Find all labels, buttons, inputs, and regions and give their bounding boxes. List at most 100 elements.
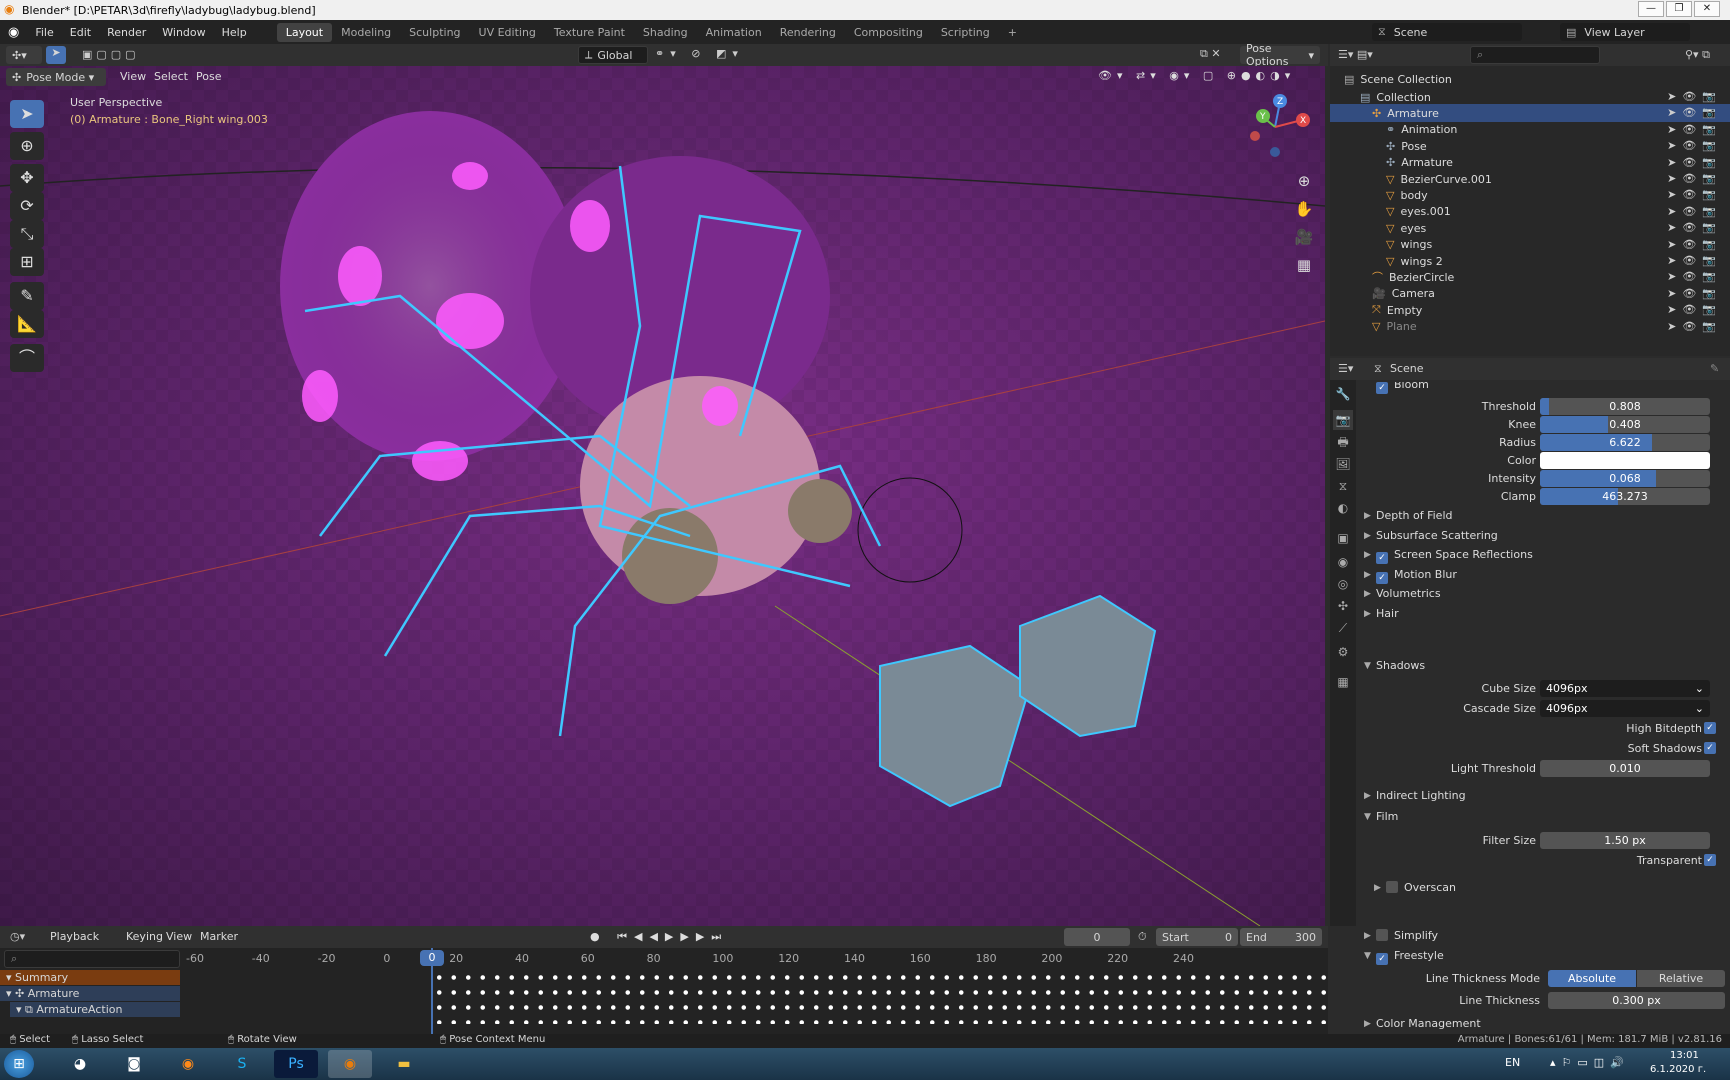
property-section[interactable]: ▶ Hair bbox=[1358, 604, 1730, 624]
outliner-row[interactable]: ▽ wings ➤👁📷 bbox=[1330, 236, 1730, 254]
visibility-icons[interactable]: ➤👁📷 bbox=[1667, 156, 1722, 169]
outliner-row[interactable]: ✣ Pose ➤👁📷 bbox=[1330, 137, 1730, 155]
move-tool-icon[interactable]: ✥ bbox=[10, 164, 44, 192]
freestyle-section-header[interactable]: ▼ ✓ Freestyle bbox=[1358, 946, 1730, 966]
outliner-row[interactable]: ▽ eyes ➤👁📷 bbox=[1330, 219, 1730, 237]
physics-tab-icon[interactable]: ◎ bbox=[1333, 574, 1353, 594]
overscan-subpanel[interactable]: ▶ Overscan bbox=[1358, 878, 1730, 898]
timeline-editor-icon[interactable]: ◷▾ bbox=[10, 930, 25, 943]
outliner-row[interactable]: ▽ body ➤👁📷 bbox=[1330, 186, 1730, 204]
tab-animation[interactable]: Animation bbox=[697, 23, 771, 42]
timeline-menu-marker[interactable]: Marker bbox=[192, 930, 246, 943]
explorer-icon[interactable]: ▬ bbox=[382, 1050, 426, 1078]
output-tab-icon[interactable]: 🖶 bbox=[1333, 432, 1353, 452]
orientation-dropdown[interactable]: ⟂ Global bbox=[578, 46, 648, 64]
outliner-row[interactable]: ▽ eyes.001 ➤👁📷 bbox=[1330, 203, 1730, 221]
outliner-row[interactable]: ⌒ BezierCircle ➤👁📷 bbox=[1330, 268, 1730, 286]
menu-help[interactable]: Help bbox=[214, 26, 255, 39]
visibility-icons[interactable]: ➤👁📷 bbox=[1667, 172, 1722, 185]
soft-shadows-row[interactable]: Soft Shadows ✓ bbox=[1358, 740, 1730, 758]
section-checkbox[interactable]: ✓ bbox=[1376, 571, 1388, 584]
pivot-snap-icons[interactable]: ⚭▾ ⊘ ◩▾ bbox=[655, 47, 744, 60]
measure-tool-icon[interactable]: 📐 bbox=[10, 310, 44, 338]
keyframes-area[interactable] bbox=[432, 970, 1328, 1024]
scale-tool-icon[interactable]: ⤡ bbox=[10, 220, 44, 248]
modifier-tab-icon[interactable]: ◉ bbox=[1333, 552, 1353, 572]
maximize-button[interactable]: ❐ bbox=[1666, 1, 1692, 17]
cascade-size-dropdown[interactable]: 4096px ⌄ bbox=[1540, 700, 1710, 717]
visibility-icons[interactable]: ➤👁📷 bbox=[1667, 106, 1722, 119]
simplify-section[interactable]: ▶ Simplify bbox=[1358, 926, 1730, 946]
pan-hand-icon[interactable]: ✋ bbox=[1291, 196, 1317, 222]
end-frame-field[interactable]: End 300 bbox=[1240, 928, 1322, 946]
tool-tab-icon[interactable]: 🔧 bbox=[1333, 384, 1353, 404]
bloom-section-header[interactable]: ✓ Bloom bbox=[1358, 382, 1730, 394]
visibility-icons[interactable]: ➤👁📷 bbox=[1667, 188, 1722, 201]
menu-file[interactable]: File bbox=[27, 26, 61, 39]
visibility-icons[interactable]: ➤👁📷 bbox=[1667, 221, 1722, 234]
tab-scripting[interactable]: Scripting bbox=[932, 23, 999, 42]
bloom-field[interactable] bbox=[1540, 452, 1710, 469]
visibility-icons[interactable]: ➤👁📷 bbox=[1667, 254, 1722, 267]
bloom-field[interactable]: 0.068 bbox=[1540, 470, 1710, 487]
xray-toggle-icon[interactable]: ⧉ ✕ bbox=[1200, 47, 1221, 61]
bloom-field[interactable]: 463.273 bbox=[1540, 488, 1710, 505]
outliner-row[interactable]: ▽ BezierCurve.001 ➤👁📷 bbox=[1330, 170, 1730, 188]
high-bitdepth-row[interactable]: High Bitdepth ✓ bbox=[1358, 720, 1730, 738]
blender-menu-icon[interactable]: ◉ bbox=[0, 25, 27, 40]
film-section-header[interactable]: ▼ Film bbox=[1358, 807, 1730, 827]
start-frame-field[interactable]: Start 0 bbox=[1156, 928, 1238, 946]
outliner-row[interactable]: ✣ Armature ➤👁📷 bbox=[1330, 104, 1730, 123]
annotate-tool-icon[interactable]: ✎ bbox=[10, 282, 44, 310]
chrome-icon[interactable]: ◕ bbox=[58, 1050, 102, 1078]
timeline-menu-playback[interactable]: Playback bbox=[42, 930, 107, 943]
bloom-field[interactable]: 0.808 bbox=[1540, 398, 1710, 415]
outliner-row[interactable]: ▤ Collection ➤👁📷 bbox=[1330, 88, 1730, 106]
outliner-editor-icon[interactable]: ☰▾ ▤▾ bbox=[1338, 48, 1373, 61]
mode-dropdown[interactable]: ✣ Pose Mode ▾ bbox=[6, 68, 106, 86]
3d-viewport[interactable]: User Perspective (0) Armature : Bone_Rig… bbox=[0, 66, 1325, 926]
color-management-section[interactable]: ▶ Color Management bbox=[1358, 1014, 1730, 1034]
properties-editor-icon[interactable]: ☰▾ bbox=[1338, 362, 1353, 375]
pin-icon[interactable]: ✎ bbox=[1710, 362, 1719, 375]
mode-absolute-button[interactable]: Absolute bbox=[1548, 970, 1636, 987]
texture-tab-icon[interactable]: ▦ bbox=[1333, 672, 1353, 692]
cursor-tool-icon[interactable]: ⊕ bbox=[10, 132, 44, 160]
line-thickness-field[interactable]: 0.300 px bbox=[1548, 992, 1725, 1009]
indirect-lighting-section[interactable]: ▶ Indirect Lighting bbox=[1358, 786, 1730, 806]
firefox-icon[interactable]: ◉ bbox=[166, 1050, 210, 1078]
scene-selector[interactable]: ⧖ Scene bbox=[1372, 23, 1522, 41]
visibility-icons[interactable]: ➤👁📷 bbox=[1667, 270, 1722, 283]
high-bitdepth-checkbox[interactable]: ✓ bbox=[1704, 722, 1716, 734]
visibility-icons[interactable]: ➤👁📷 bbox=[1667, 123, 1722, 136]
stopwatch-icon[interactable]: ⏱ bbox=[1138, 930, 1147, 944]
visibility-icons[interactable]: ➤👁📷 bbox=[1667, 320, 1722, 333]
filter-icon[interactable]: ⚲▾ ⧉ bbox=[1685, 48, 1710, 62]
outliner-row[interactable]: ✣ Armature ➤👁📷 bbox=[1330, 154, 1730, 172]
viewport-menu-pose[interactable]: Pose bbox=[188, 70, 229, 83]
property-section[interactable]: ▶ Subsurface Scattering bbox=[1358, 526, 1730, 546]
outliner-row[interactable]: 🎥 Camera ➤👁📷 bbox=[1330, 285, 1730, 303]
object-data-tab-icon[interactable]: ✣ bbox=[1333, 596, 1353, 616]
tab-uv-editing[interactable]: UV Editing bbox=[470, 23, 545, 42]
soft-shadows-checkbox[interactable]: ✓ bbox=[1704, 742, 1716, 754]
channel-summary[interactable]: ▾ Summary bbox=[0, 970, 180, 985]
navigation-gizmo[interactable]: Z X Y bbox=[1240, 92, 1310, 162]
outliner-row[interactable]: ▽ wings 2 ➤👁📷 bbox=[1330, 252, 1730, 270]
bloom-field[interactable]: 6.622 bbox=[1540, 434, 1710, 451]
select-box-modes-icon[interactable]: ▣▢▢▢ bbox=[82, 48, 140, 61]
object-tab-icon[interactable]: ▣ bbox=[1333, 528, 1353, 548]
property-section[interactable]: ▶ Volumetrics bbox=[1358, 584, 1730, 604]
visibility-icons[interactable]: ➤👁📷 bbox=[1667, 287, 1722, 300]
scene-tab-icon[interactable]: ⧖ bbox=[1333, 476, 1353, 496]
menu-window[interactable]: Window bbox=[154, 26, 213, 39]
visibility-icons[interactable]: ➤👁📷 bbox=[1667, 139, 1722, 152]
visibility-icons[interactable]: ➤👁📷 bbox=[1667, 205, 1722, 218]
camera-view-icon[interactable]: 🎥 bbox=[1291, 224, 1317, 250]
channel-armature-action[interactable]: ▾ ⧉ ArmatureAction bbox=[10, 1002, 180, 1017]
visibility-icons[interactable]: ➤👁📷 bbox=[1667, 90, 1722, 103]
add-workspace-icon[interactable]: + bbox=[999, 23, 1026, 42]
close-button[interactable]: ✕ bbox=[1694, 1, 1720, 17]
playback-controls-icons[interactable]: ● ⏮◀◀▶▶▶⏭ bbox=[590, 930, 728, 944]
tab-rendering[interactable]: Rendering bbox=[771, 23, 845, 42]
